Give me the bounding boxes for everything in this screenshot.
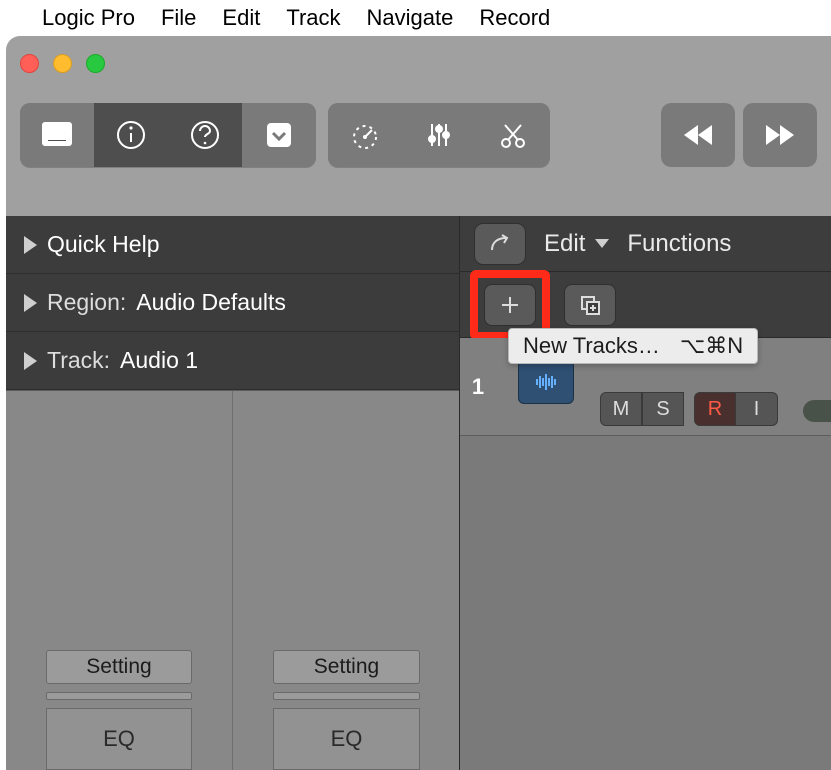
eq-button[interactable]: EQ: [46, 708, 192, 770]
record-enable-button[interactable]: R: [694, 392, 736, 426]
quick-help-label: Quick Help: [47, 231, 159, 258]
region-value: Audio Defaults: [136, 289, 286, 316]
track-row[interactable]: Track: Audio 1: [6, 332, 459, 390]
track-index: 1: [460, 374, 496, 400]
info-icon: [113, 117, 149, 153]
mixer-icon: [421, 117, 457, 153]
eq-button[interactable]: EQ: [273, 708, 420, 770]
duplicate-icon: [578, 293, 602, 317]
tooltip-text: New Tracks…: [523, 333, 660, 359]
tools-button-group: [328, 103, 550, 167]
solo-button[interactable]: S: [642, 392, 684, 426]
mixer-button[interactable]: [402, 103, 476, 167]
region-row[interactable]: Region: Audio Defaults: [6, 274, 459, 332]
display-icon: [261, 117, 297, 153]
main-toolbar: [6, 90, 831, 180]
duplicate-track-button[interactable]: [564, 284, 616, 326]
tooltip: New Tracks… ⌥⌘N: [508, 328, 758, 364]
menu-track[interactable]: Track: [286, 5, 340, 31]
disclosure-triangle-icon: [24, 294, 37, 312]
setting-button[interactable]: Setting: [273, 650, 420, 684]
region-label: Region:: [47, 289, 126, 316]
help-icon: [187, 117, 223, 153]
channel-slot[interactable]: [46, 692, 192, 700]
tooltip-shortcut: ⌥⌘N: [680, 333, 743, 359]
app-name-menu[interactable]: Logic Pro: [42, 5, 135, 31]
track-meter: [803, 400, 831, 422]
library-button[interactable]: [20, 103, 94, 167]
chevron-down-icon: [595, 239, 609, 248]
tracks-area: Edit Functions New Tracks… ⌥⌘N: [460, 216, 831, 770]
channel-strips: Setting EQ Setting EQ: [6, 390, 459, 770]
disclosure-triangle-icon: [24, 352, 37, 370]
inspector-button[interactable]: [94, 103, 168, 167]
close-window-button[interactable]: [20, 54, 39, 73]
menu-file[interactable]: File: [161, 5, 196, 31]
audio-wave-icon: [531, 372, 561, 392]
macos-menubar: Logic Pro File Edit Track Navigate Recor…: [0, 0, 831, 36]
mute-button[interactable]: M: [600, 392, 642, 426]
tracks-empty-area[interactable]: [460, 436, 831, 770]
library-icon: [39, 117, 75, 153]
workspace: Quick Help Region: Audio Defaults Track:…: [6, 216, 831, 770]
tempo-icon: [347, 117, 383, 153]
window-titlebar: [6, 36, 831, 90]
disclosure-triangle-icon: [24, 236, 37, 254]
edit-label: Edit: [544, 230, 585, 258]
inspector-panel: Quick Help Region: Audio Defaults Track:…: [6, 216, 460, 770]
menu-navigate[interactable]: Navigate: [367, 5, 454, 31]
forward-button[interactable]: [743, 103, 817, 167]
toolbar-toggle-button[interactable]: [242, 103, 316, 167]
channel-strip-left: Setting EQ: [6, 391, 233, 770]
rewind-button[interactable]: [661, 103, 735, 167]
scissors-icon: [495, 117, 531, 153]
channel-slot[interactable]: [273, 692, 420, 700]
add-track-button[interactable]: [484, 284, 536, 326]
catch-playhead-button[interactable]: [474, 223, 526, 265]
track-buttons: M S R I: [600, 392, 778, 426]
tracks-primary-toolbar: Edit Functions: [460, 216, 831, 272]
minimize-window-button[interactable]: [53, 54, 72, 73]
window-controls: [20, 54, 105, 73]
channel-strip-right: Setting EQ: [233, 391, 459, 770]
catch-icon: [488, 232, 512, 256]
plus-icon: [498, 293, 522, 317]
quick-help-row[interactable]: Quick Help: [6, 216, 459, 274]
menu-edit[interactable]: Edit: [222, 5, 260, 31]
edit-menu[interactable]: Edit: [544, 230, 609, 258]
track-label: Track:: [47, 347, 110, 374]
forward-icon: [762, 117, 798, 153]
rewind-icon: [680, 117, 716, 153]
track-icon-button[interactable]: [518, 360, 574, 404]
track-value: Audio 1: [120, 347, 198, 374]
smart-tempo-button[interactable]: [328, 103, 402, 167]
view-button-group: [20, 103, 316, 167]
transport-group: [661, 103, 817, 167]
quick-help-button[interactable]: [168, 103, 242, 167]
input-monitor-button[interactable]: I: [736, 392, 778, 426]
zoom-window-button[interactable]: [86, 54, 105, 73]
setting-button[interactable]: Setting: [46, 650, 192, 684]
app-window: Quick Help Region: Audio Defaults Track:…: [6, 36, 831, 770]
functions-menu[interactable]: Functions: [627, 230, 731, 258]
editors-button[interactable]: [476, 103, 550, 167]
menu-record[interactable]: Record: [479, 5, 550, 31]
